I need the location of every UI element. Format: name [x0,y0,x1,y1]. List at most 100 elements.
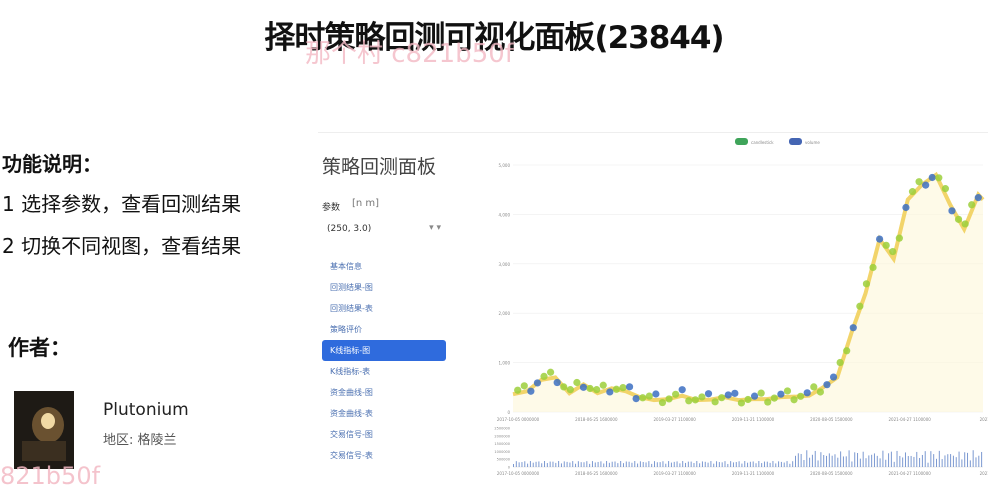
volume-bar [563,461,565,467]
marker-down [553,378,561,387]
volume-x-tick-label: 2017-10-05 0000000 [497,471,540,476]
x-tick-label: 2021-08 [980,417,988,422]
volume-bar [727,463,729,467]
marker-up [573,378,581,387]
volume-bar [955,457,957,467]
volume-bar [899,455,901,467]
volume-bar [828,453,830,467]
volume-bar [625,461,627,467]
menu-item[interactable]: 回测结果-图 [322,277,446,298]
volume-bar [862,451,864,467]
volume-bar [594,462,596,467]
marker-up [764,398,772,406]
volume-bar [783,462,785,467]
volume-bar [814,450,816,467]
volume-bar [749,461,751,467]
menu-item[interactable]: 策略评价 [322,319,446,340]
volume-bar [902,457,904,467]
marker-up [770,394,778,402]
volume-bar [701,461,703,467]
menu-item[interactable]: 资金曲线-图 [322,382,446,403]
marker-up [586,384,594,393]
menu-item[interactable]: 回测结果-表 [322,298,446,319]
marker-up [968,201,976,209]
volume-bar [716,461,718,467]
marker-down [704,390,713,398]
y-tick-label: 4,000 [499,212,511,217]
description-line-2: 2 切换不同视图，查看结果 [2,234,242,258]
menu-item[interactable]: K线指标-表 [322,361,446,382]
marker-down [579,383,588,391]
description-title: 功能说明： [2,152,102,176]
marker-down [829,373,838,381]
marker-down [876,235,884,243]
marker-up [672,390,680,398]
y-tick-label: 5,000 [499,163,511,168]
volume-bar [518,462,520,467]
marker-up [836,358,844,367]
description-line-1: 1 选择参数，查看回测结果 [2,192,242,216]
volume-bar [515,461,517,467]
marker-down [533,379,542,387]
marker-down [823,381,831,389]
marker-up [566,386,574,394]
volume-bar [699,463,701,467]
volume-bar [662,461,664,467]
avatar[interactable] [14,391,74,469]
volume-bar [882,450,884,467]
volume-bar [580,462,582,467]
marker-up [691,396,699,404]
param-select[interactable]: (250, 3.0) ▾ ▾ [322,220,446,238]
volume-bar [631,462,633,467]
volume-bar [834,454,836,467]
volume-bar [620,461,622,467]
menu-item[interactable]: 基本信息 [322,256,446,277]
volume-bar [961,459,963,467]
marker-up [783,387,792,395]
volume-bar [803,460,805,467]
volume-bar [679,463,681,467]
volume-bar [656,462,658,467]
volume-bar [546,463,548,467]
volume-y-tick-label: 0 [508,466,510,470]
marker-down [974,194,982,202]
menu-item[interactable]: 交易信号-图 [322,424,446,445]
volume-bar [792,461,794,467]
volume-bar [780,461,782,467]
volume-bar [521,462,523,467]
marker-up [711,398,719,406]
volume-bar [919,457,921,467]
volume-bar [811,454,813,467]
volume-bar [606,461,608,467]
volume-bar [865,458,867,467]
volume-bar [809,457,811,467]
volume-bar [665,463,667,467]
candlestick-chart[interactable]: candlestick volume 0 1,000 2,000 3,000 4,000 5,… [483,135,988,485]
volume-bar [893,461,895,467]
volume-bar [975,457,977,467]
volume-bar [978,455,980,467]
volume-bar [668,461,670,467]
volume-bar [763,461,765,467]
marker-down [527,387,535,395]
marker-up [612,385,620,393]
volume-bar [724,461,726,467]
marker-up [889,247,897,256]
y-tick-label: 0 [507,410,510,415]
volume-bar [690,461,692,467]
menu-item[interactable]: 资金曲线-表 [322,403,446,424]
marker-up [599,381,607,389]
volume-bar [544,461,546,467]
volume-bar [659,462,661,467]
volume-bar [958,451,960,467]
menu-item-active[interactable]: K线指标-图 [322,340,446,361]
volume-bar [826,455,828,467]
volume-bar [572,461,574,467]
author-name[interactable]: Plutonium [103,400,189,420]
volume-bar [795,455,796,467]
marker-down [678,386,686,394]
menu-item[interactable]: 交易信号-表 [322,445,446,466]
volume-bar [735,462,737,467]
volume-bar [907,456,909,467]
marker-down [803,389,811,397]
